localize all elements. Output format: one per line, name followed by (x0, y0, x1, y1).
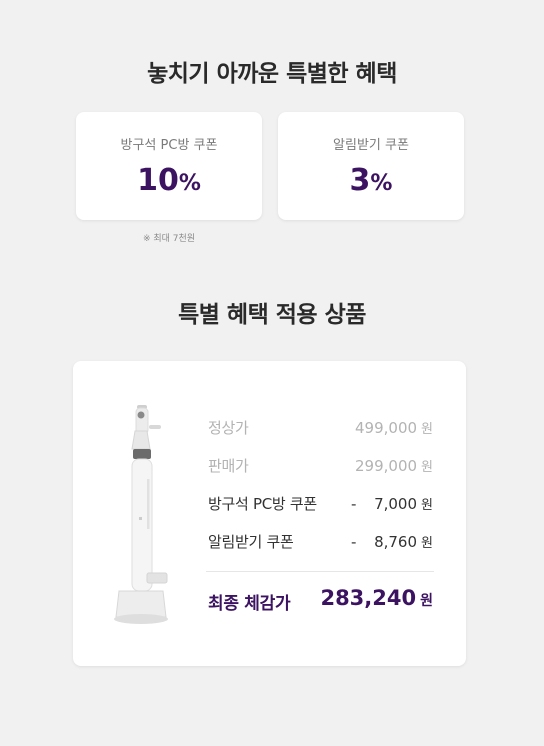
percent-sign: % (370, 171, 393, 196)
coupon-value: 3% (278, 163, 464, 198)
notification-coupon-row: 알림받기 쿠폰 - 8,760 원 (208, 531, 433, 553)
discount-amount: 7,000 원 (374, 493, 433, 517)
percent-sign: % (178, 171, 201, 196)
coupon-card-notification[interactable]: 알림받기 쿠폰 3% (278, 112, 464, 220)
divider (206, 571, 434, 572)
amount-value: 299,000 (355, 457, 418, 475)
discount-label: 알림받기 쿠폰 (208, 533, 294, 551)
final-price-label: 최종 체감가 (208, 594, 291, 614)
currency-unit: 원 (421, 536, 433, 551)
coupon-label: 방구석 PC방 쿠폰 (120, 138, 218, 153)
applied-products-title: 특별 혜택 적용 상품 (178, 302, 366, 328)
amount-value: 283,240 (320, 586, 417, 610)
currency-unit: 원 (420, 593, 433, 609)
currency-unit: 원 (421, 460, 433, 475)
coupon-card-pc-room[interactable]: 방구석 PC방 쿠폰 10% (76, 112, 262, 220)
final-price-amount: 283,240 원 (320, 586, 433, 610)
coupon-label: 알림받기 쿠폰 (333, 138, 409, 153)
currency-unit: 원 (421, 498, 433, 513)
coupon-rate: 3 (349, 163, 371, 198)
pc-room-coupon-row: 방구석 PC방 쿠폰 - 7,000 원 (208, 493, 433, 515)
coupon-value: 10% (76, 163, 262, 198)
price-amount: 499,000 원 (355, 417, 433, 441)
amount-value: 8,760 (374, 533, 418, 551)
minus-sign: - (351, 495, 357, 513)
cordless-vacuum-icon (114, 405, 168, 624)
amount-value: 7,000 (374, 495, 418, 513)
price-label: 판매가 (208, 457, 249, 475)
price-amount: 299,000 원 (355, 455, 433, 479)
regular-price-row: 정상가 499,000 원 (208, 417, 433, 439)
final-price-row: 최종 체감가 283,240 원 (208, 586, 433, 616)
price-label: 정상가 (208, 419, 249, 437)
product-card[interactable]: 정상가 499,000 원 판매가 299,000 원 방구석 PC방 쿠폰 - 7… (73, 361, 466, 666)
currency-unit: 원 (421, 422, 433, 437)
minus-sign: - (351, 533, 357, 551)
sale-price-row: 판매가 299,000 원 (208, 455, 433, 477)
discount-amount: 8,760 원 (374, 531, 433, 555)
discount-label: 방구석 PC방 쿠폰 (208, 495, 317, 513)
amount-value: 499,000 (355, 419, 418, 437)
coupon-rate: 10 (137, 163, 179, 198)
coupon-max-note: ※ 최대 7천원 (142, 234, 196, 244)
benefits-title: 놓치기 아까운 특별한 혜택 (147, 61, 397, 87)
